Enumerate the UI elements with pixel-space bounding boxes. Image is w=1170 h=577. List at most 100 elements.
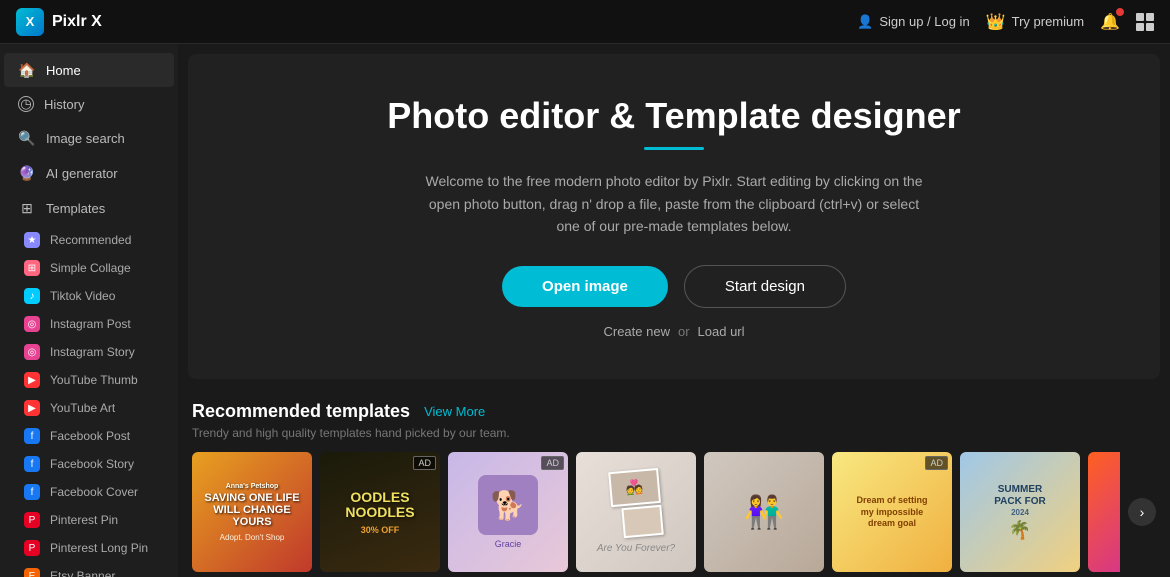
sub-label-pin-long: Pinterest Long Pin bbox=[50, 541, 148, 555]
pinterest-pin-icon: P bbox=[24, 512, 40, 528]
sidebar-ai-label: AI generator bbox=[46, 166, 118, 181]
hero-buttons: Open image Start design bbox=[248, 265, 1100, 308]
hero-underline bbox=[644, 147, 704, 150]
image-search-icon: 🔍 bbox=[18, 129, 36, 147]
youtube-thumb-icon: ▶ bbox=[24, 372, 40, 388]
templates-section-title: Recommended templates bbox=[192, 401, 410, 422]
sidebar-sub-fb-post[interactable]: f Facebook Post bbox=[0, 422, 178, 450]
ad-badge-3: AD bbox=[541, 456, 564, 470]
history-icon: ◷ bbox=[18, 96, 34, 112]
sub-label-yt-thumb: YouTube Thumb bbox=[50, 373, 138, 387]
sub-label-fb-post: Facebook Post bbox=[50, 429, 130, 443]
template-card-6[interactable]: AD Dream of setting my impossible dream … bbox=[832, 452, 952, 572]
sidebar-item-history[interactable]: ◷ History bbox=[4, 88, 174, 120]
try-premium-button[interactable]: 👑 Try premium bbox=[986, 12, 1084, 32]
notifications-button[interactable]: 🔔 bbox=[1100, 12, 1120, 32]
templates-header: Recommended templates View More bbox=[192, 401, 1156, 422]
start-design-button[interactable]: Start design bbox=[684, 265, 846, 308]
sidebar-sub-pinterest-long[interactable]: P Pinterest Long Pin bbox=[0, 534, 178, 562]
instagram-story-icon: ◎ bbox=[24, 344, 40, 360]
sidebar: 🏠 Home ◷ History 🔍 Image search 🔮 AI gen… bbox=[0, 44, 178, 577]
sidebar-sub-instagram-post[interactable]: ◎ Instagram Post bbox=[0, 310, 178, 338]
sub-label-pin-pin: Pinterest Pin bbox=[50, 513, 118, 527]
sidebar-sub-youtube-art[interactable]: ▶ YouTube Art bbox=[0, 394, 178, 422]
signup-login-button[interactable]: 👤 Sign up / Log in bbox=[857, 14, 970, 30]
ai-generator-icon: 🔮 bbox=[18, 164, 36, 182]
hero-title: Photo editor & Template designer bbox=[248, 94, 1100, 137]
user-icon: 👤 bbox=[857, 14, 873, 30]
bell-icon: 🔔 bbox=[1100, 14, 1120, 31]
templates-row: Anna's Petshop SAVING ONE LIFE WILL CHAN… bbox=[192, 452, 1156, 572]
sidebar-sub-fb-story[interactable]: f Facebook Story bbox=[0, 450, 178, 478]
sidebar-templates-label: Templates bbox=[46, 201, 105, 216]
top-navigation: X Pixlr X 👤 Sign up / Log in 👑 Try premi… bbox=[0, 0, 1170, 44]
etsy-icon: E bbox=[24, 568, 40, 577]
sidebar-item-templates[interactable]: ⊞ Templates bbox=[4, 191, 174, 225]
template-card-1[interactable]: Anna's Petshop SAVING ONE LIFE WILL CHAN… bbox=[192, 452, 312, 572]
hero-section: Photo editor & Template designer Welcome… bbox=[188, 54, 1160, 379]
facebook-story-icon: f bbox=[24, 456, 40, 472]
sub-label-tiktok: Tiktok Video bbox=[50, 289, 115, 303]
sidebar-sub-fb-cover[interactable]: f Facebook Cover bbox=[0, 478, 178, 506]
sidebar-sub-recommended[interactable]: ★ Recommended bbox=[0, 226, 178, 254]
facebook-cover-icon: f bbox=[24, 484, 40, 500]
view-more-button[interactable]: View More bbox=[424, 404, 485, 419]
sidebar-sub-tiktok[interactable]: ♪ Tiktok Video bbox=[0, 282, 178, 310]
facebook-post-icon: f bbox=[24, 428, 40, 444]
hero-secondary-actions: Create new or Load url bbox=[248, 324, 1100, 339]
home-icon: 🏠 bbox=[18, 61, 36, 79]
sidebar-sub-youtube-thumb[interactable]: ▶ YouTube Thumb bbox=[0, 366, 178, 394]
sidebar-item-image-search[interactable]: 🔍 Image search bbox=[4, 121, 174, 155]
recommended-icon: ★ bbox=[24, 232, 40, 248]
template-card-5[interactable]: 👫 bbox=[704, 452, 824, 572]
template-card-8[interactable]: C bbox=[1088, 452, 1120, 572]
sub-label-ig-story: Instagram Story bbox=[50, 345, 135, 359]
ad-badge-6: AD bbox=[925, 456, 948, 470]
tiktok-icon: ♪ bbox=[24, 288, 40, 304]
instagram-post-icon: ◎ bbox=[24, 316, 40, 332]
templates-subtitle: Trendy and high quality templates hand p… bbox=[192, 426, 1156, 440]
templates-icon: ⊞ bbox=[18, 199, 36, 217]
sub-label-ig-post: Instagram Post bbox=[50, 317, 131, 331]
main-content: Photo editor & Template designer Welcome… bbox=[178, 44, 1170, 577]
template-card-4[interactable]: 💑 Are You Forever? bbox=[576, 452, 696, 572]
template-card-3[interactable]: AD 🐕 Gracie bbox=[448, 452, 568, 572]
sidebar-item-ai-generator[interactable]: 🔮 AI generator bbox=[4, 156, 174, 190]
templates-scroll-container: Anna's Petshop SAVING ONE LIFE WILL CHAN… bbox=[192, 452, 1120, 572]
sub-label-etsy: Etsy Banner bbox=[50, 569, 115, 577]
hero-description: Welcome to the free modern photo editor … bbox=[424, 170, 924, 237]
sidebar-image-search-label: Image search bbox=[46, 131, 125, 146]
logo-area: X Pixlr X bbox=[16, 8, 102, 36]
open-image-button[interactable]: Open image bbox=[502, 266, 668, 307]
simple-collage-icon: ⊞ bbox=[24, 260, 40, 276]
sidebar-history-label: History bbox=[44, 97, 84, 112]
sidebar-sub-simple-collage[interactable]: ⊞ Simple Collage bbox=[0, 254, 178, 282]
apps-grid-button[interactable] bbox=[1136, 13, 1154, 31]
crown-icon: 👑 bbox=[986, 12, 1006, 32]
or-separator: or bbox=[678, 324, 690, 339]
sub-label-recommended: Recommended bbox=[50, 233, 131, 247]
template-card-7[interactable]: SUMMER PACK FOR 2024 🌴 bbox=[960, 452, 1080, 572]
sidebar-item-home[interactable]: 🏠 Home bbox=[4, 53, 174, 87]
sidebar-home-label: Home bbox=[46, 63, 81, 78]
create-new-link[interactable]: Create new bbox=[603, 324, 669, 339]
sub-label-fb-story: Facebook Story bbox=[50, 457, 134, 471]
load-url-link[interactable]: Load url bbox=[698, 324, 745, 339]
app-logo-icon[interactable]: X bbox=[16, 8, 44, 36]
sidebar-sub-instagram-story[interactable]: ◎ Instagram Story bbox=[0, 338, 178, 366]
app-logo-text: Pixlr X bbox=[52, 13, 102, 31]
main-layout: 🏠 Home ◷ History 🔍 Image search 🔮 AI gen… bbox=[0, 44, 1170, 577]
sidebar-sub-etsy[interactable]: E Etsy Banner bbox=[0, 562, 178, 577]
sub-label-fb-cover: Facebook Cover bbox=[50, 485, 138, 499]
scroll-right-button[interactable]: › bbox=[1128, 498, 1156, 526]
template-card-2[interactable]: AD OODLESNOODLES 30% OFF bbox=[320, 452, 440, 572]
notification-badge bbox=[1116, 8, 1124, 16]
sidebar-sub-pinterest-pin[interactable]: P Pinterest Pin bbox=[0, 506, 178, 534]
youtube-art-icon: ▶ bbox=[24, 400, 40, 416]
templates-section: Recommended templates View More Trendy a… bbox=[178, 389, 1170, 577]
sub-label-yt-art: YouTube Art bbox=[50, 401, 115, 415]
sub-label-collage: Simple Collage bbox=[50, 261, 131, 275]
ad-badge-2: AD bbox=[413, 456, 436, 470]
topnav-actions: 👤 Sign up / Log in 👑 Try premium 🔔 bbox=[857, 12, 1154, 32]
pinterest-long-icon: P bbox=[24, 540, 40, 556]
